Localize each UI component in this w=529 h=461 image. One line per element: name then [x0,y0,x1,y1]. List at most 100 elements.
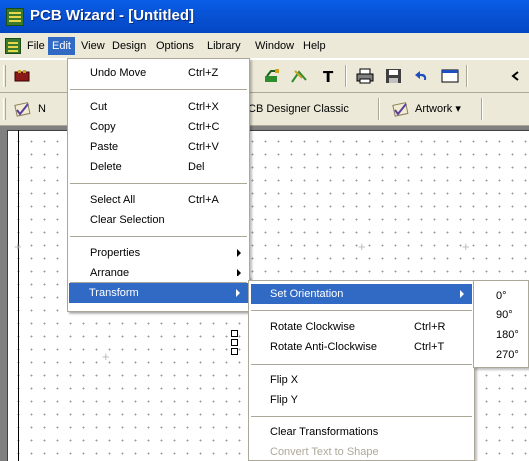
menu-view[interactable]: View [77,37,109,55]
menu-help[interactable]: Help [299,37,330,55]
delete-item[interactable]: Delete Del [68,157,249,177]
menu-separator [251,416,472,417]
menu-item-shortcut: Ctrl+C [188,121,220,133]
component-outline[interactable] [231,330,239,356]
menu-window[interactable]: Window [251,37,298,55]
orientation-270-item[interactable]: 270° [474,345,528,365]
submenu-arrow-icon [237,249,241,257]
orientation-180-item[interactable]: 180° [474,325,528,345]
orientation-0-item[interactable]: 0° [474,286,528,306]
menu-item-label: Properties [90,247,141,259]
window-title: PCB Wizard - [Untitled] [30,7,195,24]
transform-item-highlight[interactable]: Transform [69,283,248,303]
menu-design[interactable]: Design [108,37,150,55]
menu-library[interactable]: Library [203,37,245,55]
wire-icon[interactable] [287,65,311,87]
menu-item-label: Clear Selection [90,214,165,226]
grid-marker: + [358,239,366,254]
pcb-designer-classic-button[interactable]: CB Designer Classic [248,102,349,116]
window-icon[interactable] [438,65,462,87]
menu-item-label: Delete [90,161,122,173]
toolbar-separator [378,98,380,120]
undo-move-item[interactable]: Undo Move Ctrl+Z [68,63,249,83]
menu-item-label: Flip X [270,374,299,386]
print-icon[interactable] [353,65,377,87]
select-all-item[interactable]: Select All Ctrl+A [68,190,249,210]
toolbar-separator [345,65,347,87]
grid-marker: + [14,239,22,254]
convert-text-to-shape-item[interactable]: Convert Text to Shape [249,442,474,461]
title-bar: PCB Wizard - [Untitled] [0,0,529,33]
toolbar-overflow-icon[interactable] [505,65,529,87]
submenu-arrow-icon [236,289,240,297]
check-icon[interactable] [388,98,412,120]
menu-item-label: 0° [496,290,507,302]
menu-item-label: Transform [89,287,139,299]
copy-item[interactable]: Copy Ctrl+C [68,117,249,137]
menu-item-shortcut: Ctrl+R [414,321,446,333]
rotate-clockwise-item[interactable]: Rotate Clockwise Ctrl+R [249,317,474,337]
edit-menu: Undo Move Ctrl+Z Cut Ctrl+X Copy Ctrl+C … [67,58,250,310]
menu-item-label: Cut [90,101,108,113]
grid-marker: + [102,349,110,364]
menu-item-label: Select All [90,194,136,206]
transform-submenu: Set Orientation Rotate Clockwise Ctrl+R … [248,280,475,461]
clear-transformations-item[interactable]: Clear Transformations [249,422,474,442]
undo-icon[interactable] [410,65,434,87]
text-tool-icon[interactable]: T [316,65,340,87]
flip-y-item[interactable]: Flip Y [249,390,474,410]
properties-item[interactable]: Properties [68,243,249,263]
menu-item-shortcut: Ctrl+X [188,101,219,113]
menu-separator [251,310,472,311]
menu-item-label: 90° [496,309,513,321]
menu-item-label: 270° [496,349,519,361]
menu-file[interactable]: File [23,37,49,55]
app-icon[interactable] [6,8,24,26]
board-icon[interactable] [260,65,284,87]
menu-item-shortcut: Ctrl+T [414,341,445,353]
set-orientation-item[interactable]: Set Orientation [251,284,472,304]
rotate-anticlockwise-item[interactable]: Rotate Anti-Clockwise Ctrl+T [249,337,474,357]
check-icon[interactable] [10,98,34,120]
artwork-dropdown[interactable]: Artwork ▾ [415,102,461,116]
menu-separator [70,236,247,237]
menu-item-label: Convert Text to Shape [270,446,379,458]
save-icon[interactable] [382,65,406,87]
menu-item-label: Rotate Anti-Clockwise [270,341,377,353]
toolbar-separator [481,98,483,120]
svg-text:T: T [323,68,334,84]
menu-separator [70,183,247,184]
menu-item-shortcut: Del [188,161,205,173]
toolbar-separator [466,65,468,87]
menu-item-label: Set Orientation [270,288,344,300]
menu-item-label: 180° [496,329,519,341]
menu-item-label: Paste [90,141,119,153]
menu-item-shortcut: Ctrl+Z [188,67,219,79]
menu-item-label: Undo Move [90,67,147,79]
submenu-arrow-icon [460,290,464,298]
menu-item-label: Clear Transformations [270,426,379,438]
paste-item[interactable]: Paste Ctrl+V [68,137,249,157]
cut-item[interactable]: Cut Ctrl+X [68,97,249,117]
orientation-90-item[interactable]: 90° [474,305,528,325]
menu-separator [251,364,472,365]
orientation-submenu: 0° 90° 180° 270° [473,280,529,368]
menu-item-label: Rotate Clockwise [270,321,355,333]
toolbar-grip[interactable] [3,98,6,120]
left-ruler [7,130,19,461]
grid-marker: + [462,239,470,254]
menu-bar: File Edit View Design Options Library Wi… [0,33,529,59]
document-icon[interactable] [5,38,21,54]
menu-item-shortcut: Ctrl+V [188,141,219,153]
flip-x-item[interactable]: Flip X [249,370,474,390]
menu-edit[interactable]: Edit [48,37,75,55]
clear-selection-item[interactable]: Clear Selection [68,210,249,230]
menu-item-shortcut: Ctrl+A [188,194,219,206]
component-icon[interactable] [10,65,34,87]
menu-item-label: Flip Y [270,394,298,406]
toolbar-grip[interactable] [3,65,6,87]
menu-options[interactable]: Options [152,37,198,55]
menu-separator [70,89,247,90]
toolbar-partial-label[interactable]: N [38,102,46,116]
menu-item-label: Copy [90,121,116,133]
